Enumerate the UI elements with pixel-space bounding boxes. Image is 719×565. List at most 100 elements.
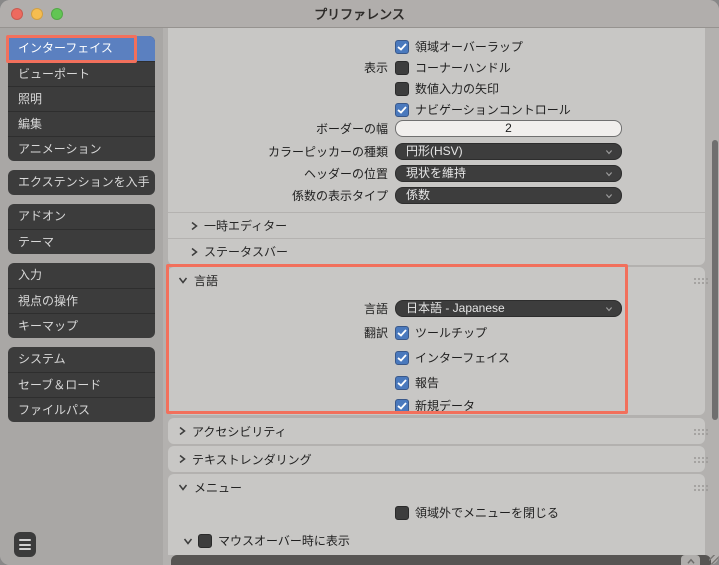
panel-text-rendering-header[interactable]: テキストレンダリング [168,446,705,472]
window-controls [11,8,63,20]
pref-row-border-width: ボーダーの幅 2 [168,120,705,137]
chevron-down-icon [183,538,193,545]
subpanel-temp-editors[interactable]: 一時エディター [168,212,705,238]
pref-row-translate-tooltips: 翻訳 ツールチップ [168,324,705,341]
checkbox-number-arrows[interactable] [395,81,409,96]
scrollbar-thumb[interactable] [712,140,718,420]
scroll-up-button[interactable] [681,555,700,565]
chevron-down-icon [605,307,613,312]
next-panel-header-partial[interactable] [171,555,711,565]
drag-grip-icon[interactable] [694,457,696,459]
checkbox-tooltips[interactable] [395,325,409,340]
drag-grip-icon[interactable] [694,429,696,431]
checkbox-interface[interactable] [395,350,409,365]
chevron-down-icon [178,484,188,491]
panel-title: アクセシビリティ [192,424,287,439]
pref-row-color-picker-type: カラーピッカーの種類 円形(HSV) [168,143,705,160]
checkbox-corner-handles[interactable] [395,60,409,75]
sidebar-item-system[interactable]: システム [8,347,155,372]
minimize-window-icon[interactable] [31,8,43,20]
panel-interface-body: 領域オーバーラップ 表示 コーナーハンドル 数値入力の矢印 ナビゲーションコント… [168,28,705,265]
panel-menus-header[interactable]: メニュー [168,474,705,500]
border-width-field[interactable]: 2 [395,120,622,137]
close-window-icon[interactable] [11,8,23,20]
sidebar-group-input: 入力 視点の操作 キーマップ [8,263,155,338]
sidebar-item-lights[interactable]: 照明 [8,86,155,111]
subpanel-status-bar[interactable]: ステータスバー [168,238,705,264]
pref-row-translate-reports: 報告 [168,374,705,391]
row-label: ヘッダーの位置 [303,167,388,181]
sidebar-item-keymap[interactable]: キーマップ [8,313,155,338]
sidebar-group-interface: インターフェイス ビューポート 照明 編集 アニメーション [8,36,155,161]
panel-accessibility-header[interactable]: アクセシビリティ [168,418,705,444]
checkbox-new-data[interactable] [395,398,409,413]
sidebar-item-save-load[interactable]: セーブ＆ロード [8,372,155,397]
sidebar-item-viewport[interactable]: ビューポート [8,61,155,86]
check-icon [397,105,407,114]
sidebar-item-interface[interactable]: インターフェイス [8,36,155,61]
subpanel-open-on-mouseover[interactable]: マウスオーバー時に表示 [168,532,705,549]
select-value: 現状を維持 [406,166,467,180]
panel-title: テキストレンダリング [192,452,312,467]
hamburger-icon [19,539,31,541]
sidebar-item-navigation[interactable]: 視点の操作 [8,288,155,313]
chevron-down-icon [178,277,188,284]
chevron-down-icon [605,150,613,155]
select-value: 円形(HSV) [406,144,463,158]
chevron-down-icon [605,172,613,177]
preferences-content: 領域オーバーラップ 表示 コーナーハンドル 数値入力の矢印 ナビゲーションコント… [163,28,719,565]
checkbox-label: インターフェイス [415,351,510,365]
check-icon [397,378,407,387]
pref-row-number-arrows: 数値入力の矢印 [168,80,705,97]
language-select[interactable]: 日本語 - Japanese [395,300,622,317]
titlebar: プリファレンス [0,0,719,28]
drag-grip-icon[interactable] [694,485,696,487]
chevron-right-icon [191,221,198,230]
sidebar-item-addons[interactable]: アドオン [8,204,155,229]
checkbox-label: ツールチップ [415,326,488,340]
preferences-menu-button[interactable] [14,532,36,557]
check-icon [397,42,407,51]
checkbox-close-menus-outside[interactable] [395,505,409,520]
factor-display-type-select[interactable]: 係数 [395,187,622,204]
checkbox-navigation-controls[interactable] [395,102,409,117]
panel-title: 言語 [194,273,219,288]
subpanel-title: 一時エディター [204,219,288,233]
panel-language: 言語 言語 日本語 - Japanese 翻訳 ツールチップ インターフェイス … [168,267,705,415]
checkbox-label: 領域オーバーラップ [415,40,523,54]
sidebar-item-file-paths[interactable]: ファイルパス [8,397,155,422]
pref-row-navigation-controls: ナビゲーションコントロール [168,101,705,118]
sidebar-item-editing[interactable]: 編集 [8,111,155,136]
checkbox-label: 新規データ [415,399,476,413]
pref-row-corner-handles: 表示 コーナーハンドル [168,59,705,76]
sidebar-group-extensions: エクステンションを入手 [8,170,155,195]
row-label: 言語 [363,302,388,316]
maximize-window-icon[interactable] [51,8,63,20]
row-label: 表示 [363,61,388,75]
sidebar-item-animation[interactable]: アニメーション [8,136,155,161]
row-label: ボーダーの幅 [315,122,388,136]
panel-menus: メニュー 領域外でメニューを閉じる マウスオーバー時に表示 [168,474,705,555]
checkbox-label: マウスオーバー時に表示 [218,534,350,548]
sidebar-item-get-extensions[interactable]: エクステンションを入手 [8,170,155,195]
panel-language-header[interactable]: 言語 [168,267,705,293]
sidebar-item-input[interactable]: 入力 [8,263,155,288]
pref-row-translate-interface: インターフェイス [168,349,705,366]
subpanel-title: ステータスバー [204,245,289,259]
chevron-right-icon [191,247,198,256]
window-title: プリファレンス [314,7,405,22]
drag-grip-icon[interactable] [694,278,696,280]
checkbox-open-on-mouseover[interactable] [198,533,212,548]
sidebar-item-themes[interactable]: テーマ [8,229,155,254]
preferences-window: プリファレンス インターフェイス ビューポート 照明 編集 アニメーション エク… [0,0,719,565]
sidebar-group-system: システム セーブ＆ロード ファイルパス [8,347,155,422]
pref-row-factor-display: 係数の表示タイプ 係数 [168,187,705,204]
sidebar-group-addons: アドオン テーマ [8,204,155,254]
checkbox-reports[interactable] [395,375,409,390]
header-position-select[interactable]: 現状を維持 [395,165,622,182]
checkbox-region-overlap[interactable] [395,39,409,54]
panel-title: メニュー [194,480,243,495]
check-icon [397,328,407,337]
chevron-up-icon [686,558,695,564]
color-picker-type-select[interactable]: 円形(HSV) [395,143,622,160]
